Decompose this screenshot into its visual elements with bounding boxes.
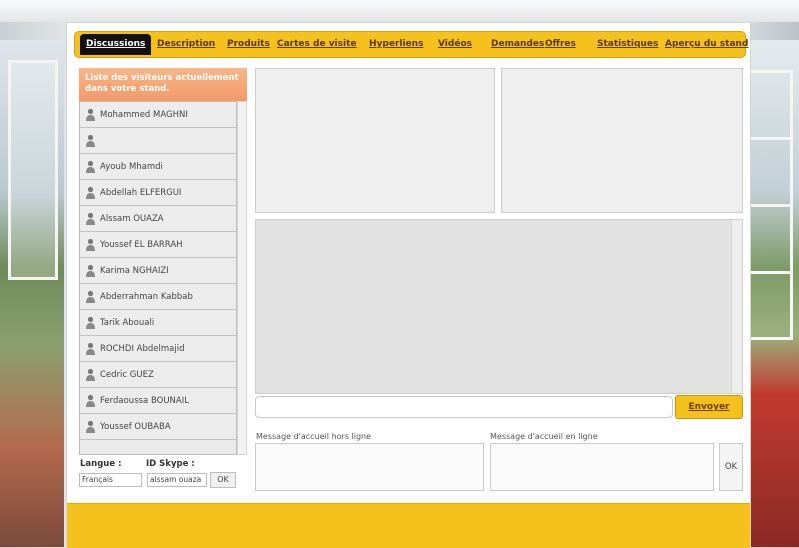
person-icon: [86, 134, 95, 147]
save-messages-ok-button[interactable]: OK: [719, 443, 743, 491]
visitor-list-header: Liste des visiteurs actuellement dans vo…: [79, 68, 247, 101]
person-icon: [86, 290, 95, 303]
visitor-item[interactable]: Tarik Abouali: [80, 310, 236, 336]
person-icon: [86, 368, 95, 381]
language-select[interactable]: Français: [79, 473, 142, 487]
visitor-name: Alssam OUAZA: [100, 213, 164, 224]
person-icon: [86, 186, 95, 199]
visitor-name: Youssef OUBABA: [100, 421, 171, 432]
chat-history: [255, 219, 743, 394]
visitor-item[interactable]: Ayoub Mhamdi: [80, 154, 236, 180]
chat-scrollbar[interactable]: [731, 220, 742, 393]
tab-demandes[interactable]: Demandes: [491, 39, 544, 49]
tab-hyperliens[interactable]: Hyperliens: [369, 39, 423, 49]
video-panel-left: [255, 68, 495, 213]
offline-message-label: Message d'accueil hors ligne: [256, 432, 372, 441]
visitor-item[interactable]: Abderrahman Kabbab: [80, 284, 236, 310]
window-frame: [747, 70, 793, 340]
visitor-item[interactable]: Ferdaoussa BOUNAIL: [80, 388, 236, 414]
visitor-name: Karima NGHAIZI: [100, 265, 169, 276]
tab-description[interactable]: Description: [157, 39, 215, 49]
visitor-list-scrollbar[interactable]: [237, 101, 247, 455]
tab-offres[interactable]: Offres: [545, 39, 576, 49]
chat-message-input[interactable]: [255, 396, 673, 418]
language-label: Langue :: [80, 459, 122, 469]
save-settings-ok-button[interactable]: OK: [210, 472, 236, 488]
video-panel-right: [501, 68, 743, 213]
skype-id-label: ID Skype :: [146, 459, 195, 469]
online-message-textarea[interactable]: [490, 443, 714, 491]
person-icon: [86, 394, 95, 407]
visitor-name: Ayoub Mhamdi: [100, 161, 163, 172]
background-top: [0, 0, 799, 22]
visitor-item[interactable]: Cedric GUEZ: [80, 362, 236, 388]
window-frame: [8, 60, 58, 280]
tab-videos[interactable]: Vidéos: [438, 39, 472, 49]
tab-apercu-du-stand[interactable]: Aperçu du stand: [665, 39, 748, 49]
tab-discussions[interactable]: Discussions: [80, 34, 152, 55]
person-icon: [86, 316, 95, 329]
visitor-item[interactable]: Youssef OUBABA: [80, 414, 236, 440]
person-icon: [86, 212, 95, 225]
visitor-item[interactable]: Abdellah ELFERGUI: [80, 180, 236, 206]
visitor-item[interactable]: ROCHDI Abdelmajid: [80, 336, 236, 362]
footer-bar: [67, 503, 750, 548]
visitor-name: Ferdaoussa BOUNAIL: [100, 395, 189, 406]
stand-admin-panel: Discussions Description Produits Cartes …: [66, 22, 751, 548]
navigation-bar: Discussions Description Produits Cartes …: [74, 31, 748, 58]
online-message-label: Message d'accueil en ligne: [490, 432, 598, 441]
background-scenery-left: [0, 40, 64, 547]
send-button[interactable]: Envoyer: [675, 395, 743, 419]
person-icon: [86, 108, 95, 121]
person-icon: [86, 264, 95, 277]
tab-statistiques[interactable]: Statistiques: [597, 39, 658, 49]
visitor-name: Youssef EL BARRAH: [100, 239, 183, 250]
visitor-list: Mohammed MAGHNI Ayoub Mhamdi Abdellah EL…: [79, 101, 237, 455]
person-icon: [86, 160, 95, 173]
person-icon: [86, 238, 95, 251]
visitor-item[interactable]: [80, 128, 236, 154]
visitor-name: Mohammed MAGHNI: [100, 109, 188, 120]
person-icon: [86, 420, 95, 433]
visitor-name: ROCHDI Abdelmajid: [100, 343, 185, 354]
visitor-name: Abdellah ELFERGUI: [100, 187, 182, 198]
visitor-item[interactable]: Alssam OUAZA: [80, 206, 236, 232]
visitor-item[interactable]: Mohammed MAGHNI: [80, 102, 236, 128]
offline-message-textarea[interactable]: [255, 443, 484, 491]
visitor-name: Tarik Abouali: [100, 317, 155, 328]
tab-cartes-de-visite[interactable]: Cartes de visite: [277, 39, 357, 49]
skype-id-input[interactable]: alssam ouaza: [147, 473, 207, 487]
tab-produits[interactable]: Produits: [227, 39, 270, 49]
person-icon: [86, 342, 95, 355]
visitor-item[interactable]: Karima NGHAIZI: [80, 258, 236, 284]
visitor-item[interactable]: Youssef EL BARRAH: [80, 232, 236, 258]
visitor-name: Cedric GUEZ: [100, 369, 154, 380]
visitor-name: Abderrahman Kabbab: [100, 291, 193, 302]
